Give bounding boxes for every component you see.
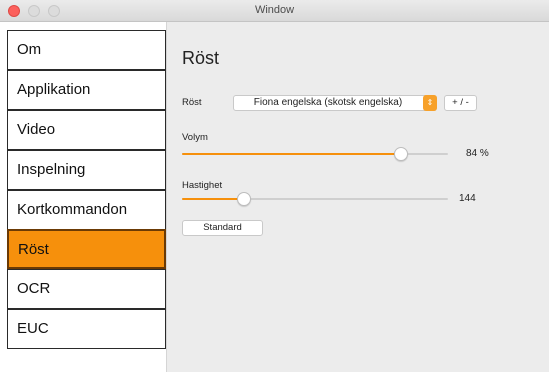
chevron-updown-icon[interactable]: ⇕ bbox=[423, 95, 437, 111]
speed-slider[interactable] bbox=[182, 192, 448, 206]
title-bar[interactable]: Window bbox=[0, 0, 549, 22]
sidebar-item-inspelning[interactable]: Inspelning bbox=[7, 150, 166, 190]
voice-select[interactable]: Fiona engelska (skotsk engelska) bbox=[233, 95, 437, 111]
volume-value: 84 % bbox=[466, 148, 489, 159]
volume-slider[interactable] bbox=[182, 147, 448, 161]
page-title: Röst bbox=[182, 48, 220, 68]
sidebar-item-euc[interactable]: EUC bbox=[7, 309, 166, 349]
volume-label: Volym bbox=[182, 132, 208, 143]
sidebar-item-kortkommandon[interactable]: Kortkommandon bbox=[7, 190, 166, 230]
standard-button[interactable]: Standard bbox=[182, 220, 263, 236]
sidebar-item-applikation[interactable]: Applikation bbox=[7, 70, 166, 110]
sidebar-item-video[interactable]: Video bbox=[7, 110, 166, 150]
volume-slider-thumb[interactable] bbox=[393, 147, 408, 161]
voice-settings-panel: Röst Röst Fiona engelska (skotsk engelsk… bbox=[167, 22, 549, 372]
volume-slider-fill bbox=[182, 153, 401, 155]
sidebar-item-ocr[interactable]: OCR bbox=[7, 269, 166, 309]
add-remove-voice-button[interactable]: + / - bbox=[444, 95, 477, 111]
speed-value: 144 bbox=[459, 193, 476, 204]
speed-label: Hastighet bbox=[182, 180, 223, 191]
window-title: Window bbox=[254, 4, 295, 16]
voice-label: Röst bbox=[182, 97, 202, 108]
sidebar-item-rost[interactable]: Röst bbox=[7, 229, 166, 269]
sidebar: Om Applikation Video Inspelning Kortkomm… bbox=[0, 22, 167, 372]
sidebar-item-om[interactable]: Om bbox=[7, 30, 166, 70]
preferences-window: Window Om Applikation Video Inspelning K… bbox=[0, 0, 549, 372]
speed-slider-fill bbox=[182, 198, 245, 200]
speed-slider-thumb[interactable] bbox=[237, 192, 252, 206]
